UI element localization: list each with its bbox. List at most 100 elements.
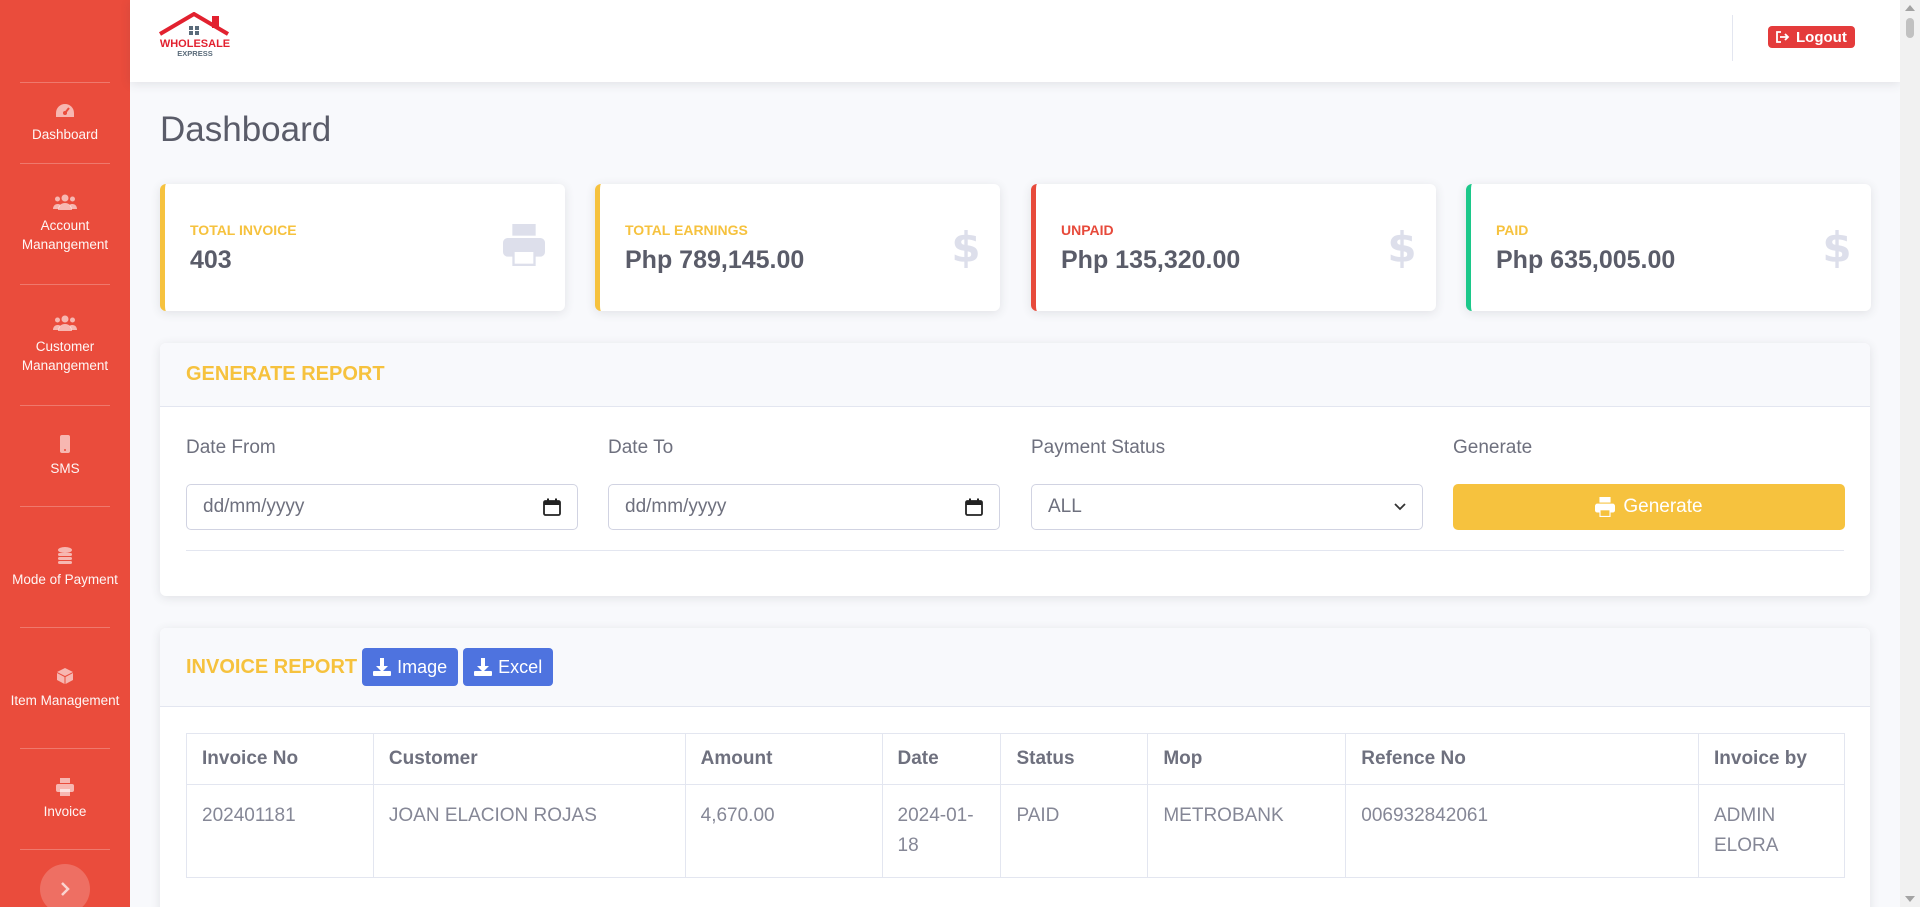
dollar-icon: $ <box>952 224 980 270</box>
stat-label: UNPAID <box>1061 222 1114 238</box>
table-cell: 202401181 <box>186 784 374 878</box>
sidebar-item-label: Account Manangement <box>21 218 109 252</box>
table-cell: JOAN ELACION ROJAS <box>372 784 686 878</box>
stat-label: TOTAL EARNINGS <box>625 222 748 238</box>
page-title: Dashboard <box>160 110 332 149</box>
sidebar-item-label: SMS <box>50 460 80 476</box>
column-header[interactable]: Status <box>1000 733 1149 785</box>
sidebar-item-label: Invoice <box>43 803 87 819</box>
panel-header: GENERATE REPORT <box>160 343 1870 407</box>
stat-value: 403 <box>190 246 232 274</box>
scrollbar-thumb[interactable] <box>1906 18 1914 38</box>
table-cell: 006932842061 <box>1345 784 1699 878</box>
date-from-label: Date From <box>186 437 276 458</box>
panel-title: GENERATE REPORT <box>186 363 385 385</box>
sidebar-item-label: Mode of Payment <box>12 571 118 587</box>
scroll-up-arrow-icon[interactable] <box>1905 5 1915 11</box>
stat-label: PAID <box>1496 222 1529 238</box>
sidebar: Dashboard Account Manangement Customer M… <box>0 0 130 907</box>
form-divider <box>186 550 1844 551</box>
column-header[interactable]: Invoice No <box>186 733 374 785</box>
payment-status-select[interactable]: ALL <box>1031 484 1423 530</box>
print-icon <box>56 777 74 796</box>
stat-card-paid: PAID Php 635,005.00 $ <box>1466 184 1871 311</box>
sidebar-nav: Dashboard Account Manangement Customer M… <box>0 82 130 850</box>
date-from-input[interactable]: dd/mm/yyyy <box>186 484 578 530</box>
column-header[interactable]: Refence No <box>1345 733 1699 785</box>
svg-text:$: $ <box>1823 224 1851 270</box>
generate-button-label: Generate <box>1623 496 1703 517</box>
column-header[interactable]: Date <box>881 733 1002 785</box>
svg-text:$: $ <box>1388 224 1416 270</box>
sign-out-icon <box>1776 31 1790 43</box>
mobile-icon <box>60 434 70 453</box>
column-header[interactable]: Invoice by <box>1698 733 1845 785</box>
stat-card-unpaid: UNPAID Php 135,320.00 $ <box>1031 184 1436 311</box>
sidebar-item-customer-management[interactable]: Customer Manangement <box>0 285 130 405</box>
tachometer-icon <box>56 103 74 117</box>
generate-button[interactable]: Generate <box>1453 484 1845 530</box>
stat-card-total-invoice: TOTAL INVOICE 403 <box>160 184 565 311</box>
chevron-right-icon <box>61 882 70 896</box>
panel-title: INVOICE REPORT <box>186 655 358 678</box>
table-cell: METROBANK <box>1147 784 1347 878</box>
calendar-icon[interactable] <box>965 498 983 516</box>
sidebar-item-invoice[interactable]: Invoice <box>0 749 130 849</box>
stat-value: Php 789,145.00 <box>625 246 805 274</box>
svg-text:$: $ <box>952 224 980 270</box>
invoice-table: Invoice No Customer Amount Date Status M… <box>186 733 1845 878</box>
stat-value: Php 635,005.00 <box>1496 246 1676 274</box>
stat-label: TOTAL INVOICE <box>190 222 297 238</box>
stat-card-total-earnings: TOTAL EARNINGS Php 789,145.00 $ <box>595 184 1000 311</box>
sidebar-item-mode-of-payment[interactable]: Mode of Payment <box>0 507 130 627</box>
house-logo-icon: WHOLESALE EXPRESS <box>158 11 230 58</box>
sidebar-item-dashboard[interactable]: Dashboard <box>0 83 130 163</box>
column-header[interactable]: Mop <box>1147 733 1347 785</box>
calendar-icon[interactable] <box>543 498 561 516</box>
column-header[interactable]: Customer <box>372 733 686 785</box>
dollar-icon: $ <box>1388 224 1416 270</box>
download-icon <box>373 658 392 676</box>
brand-logo[interactable]: WHOLESALE EXPRESS <box>154 11 236 58</box>
coins-icon <box>58 546 72 564</box>
sidebar-item-label: Item Management <box>10 692 120 708</box>
users-icon <box>53 194 77 210</box>
sidebar-toggle-button[interactable] <box>40 864 90 907</box>
sidebar-divider <box>20 849 110 850</box>
payment-status-label: Payment Status <box>1031 437 1166 458</box>
payment-status-value: ALL <box>1048 496 1082 517</box>
panel-header: INVOICE REPORT Image Excel <box>160 628 1870 707</box>
print-icon <box>503 224 545 266</box>
stat-value: Php 135,320.00 <box>1061 246 1241 274</box>
topbar-divider <box>1732 15 1733 61</box>
scroll-down-arrow-icon[interactable] <box>1905 896 1915 902</box>
download-icon <box>474 658 493 676</box>
date-to-label: Date To <box>608 437 674 458</box>
download-image-label: Image <box>397 656 448 677</box>
dollar-icon: $ <box>1823 224 1851 270</box>
date-to-input[interactable]: dd/mm/yyyy <box>608 484 1000 530</box>
logout-label: Logout <box>1796 28 1847 46</box>
sidebar-item-sms[interactable]: SMS <box>0 406 130 506</box>
download-excel-button[interactable]: Excel <box>463 648 554 686</box>
sidebar-item-item-management[interactable]: Item Management <box>0 628 130 748</box>
table-cell: 2024-01-18 <box>881 784 1002 878</box>
download-excel-label: Excel <box>498 656 543 677</box>
table-cell: 4,670.00 <box>684 784 883 878</box>
table-cell: PAID <box>1000 784 1149 878</box>
logout-button[interactable]: Logout <box>1768 26 1855 48</box>
table-header-row: Invoice No Customer Amount Date Status M… <box>186 733 1845 785</box>
download-image-button[interactable]: Image <box>362 648 459 686</box>
sidebar-item-account-management[interactable]: Account Manangement <box>0 164 130 284</box>
generate-report-panel: GENERATE REPORT <box>160 343 1870 596</box>
page-scrollbar[interactable] <box>1900 0 1920 907</box>
table-cell: ADMIN ELORA <box>1698 784 1845 878</box>
chevron-down-icon <box>1394 503 1406 511</box>
logo-subtext: EXPRESS <box>177 49 212 58</box>
print-icon <box>1595 497 1616 517</box>
table-row[interactable]: 202401181 JOAN ELACION ROJAS 4,670.00 20… <box>186 784 1845 878</box>
column-header[interactable]: Amount <box>684 733 883 785</box>
generate-label: Generate <box>1453 437 1533 458</box>
users-icon <box>53 315 77 331</box>
date-to-placeholder: dd/mm/yyyy <box>625 496 727 517</box>
